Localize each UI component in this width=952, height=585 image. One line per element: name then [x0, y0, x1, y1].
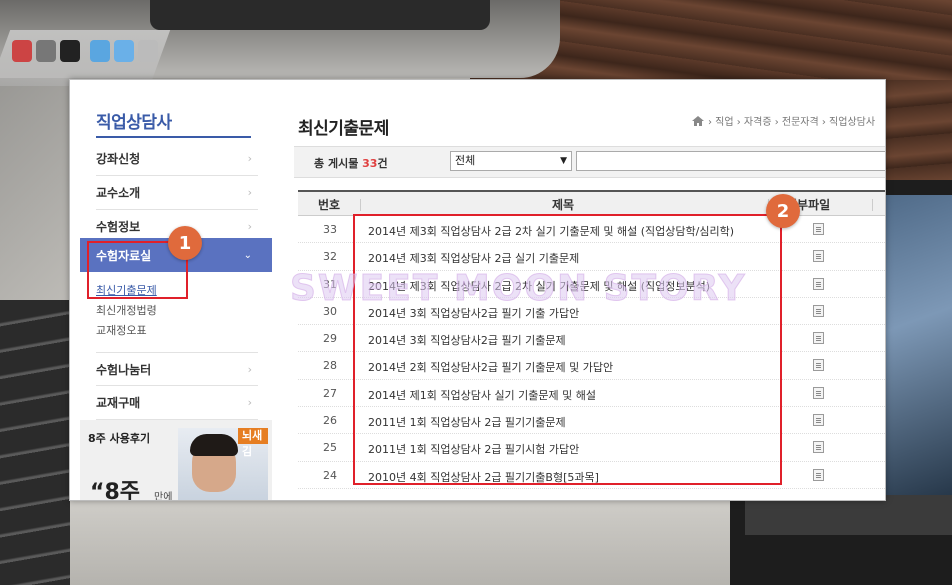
breadcrumb: › 직업 › 자격증 › 전문자격 › 직업상담사	[692, 113, 875, 128]
row-number: 33	[323, 223, 337, 236]
sidebar-item-label: 수험정보	[96, 220, 141, 234]
total-posts-suffix: 건	[377, 157, 388, 170]
attachment-file-icon[interactable]	[813, 359, 824, 372]
row-number: 26	[323, 414, 337, 428]
chevron-down-icon: ⌄	[243, 249, 252, 261]
search-input[interactable]	[576, 151, 885, 171]
background-phone-nav	[745, 495, 952, 535]
row-number: 28	[323, 359, 337, 373]
dock-trash-icon	[138, 40, 158, 62]
row-number: 29	[323, 332, 337, 346]
annotation-marker-1: 1	[168, 226, 202, 260]
column-divider	[872, 199, 873, 211]
dock-app-icon	[36, 40, 56, 62]
review-quote: “8주	[90, 480, 141, 501]
chevron-right-icon: ›	[247, 186, 252, 199]
column-header-number: 번호	[318, 198, 341, 212]
sidebar-item-label: 수험나눔터	[96, 362, 152, 377]
submenu-errata[interactable]: 교재정오표	[96, 322, 147, 338]
submenu-latest-laws[interactable]: 최신개정법령	[96, 302, 157, 318]
reviewer-photo: 뇌새김	[178, 428, 268, 500]
attachment-file-icon[interactable]	[813, 414, 824, 427]
background-laptop-screen	[150, 0, 490, 30]
annotation-marker-2: 2	[766, 194, 800, 228]
attachment-file-icon[interactable]	[813, 468, 824, 481]
sidebar-item-label: 강좌신청	[96, 152, 141, 166]
sidebar-item-community[interactable]: 수험나눔터 ›	[96, 352, 258, 386]
attachment-file-icon[interactable]	[813, 250, 824, 263]
sidebar-item-professors[interactable]: 교수소개 ›	[96, 176, 258, 210]
attachment-file-icon[interactable]	[813, 332, 824, 345]
review-title: 8주 사용후기	[88, 432, 151, 445]
row-number: 25	[323, 441, 337, 455]
page-title: 최신기출문제	[298, 119, 389, 139]
search-filter-value: 전체	[455, 154, 476, 167]
chevron-right-icon: ›	[247, 362, 252, 376]
total-posts: 총 게시물 33건	[314, 155, 388, 171]
review-banner[interactable]: 8주 사용후기 뇌새김 “8주 만에	[80, 420, 272, 501]
row-number: 27	[323, 386, 337, 400]
attachment-file-icon[interactable]	[813, 277, 824, 290]
chevron-right-icon: ›	[247, 220, 252, 233]
review-quote-tail: 만에	[154, 492, 173, 501]
sidebar-item-books[interactable]: 교재구매 ›	[96, 386, 258, 420]
row-number: 30	[323, 304, 337, 318]
breadcrumb-path[interactable]: › 직업 › 자격증 › 전문자격 › 직업상담사	[708, 117, 875, 128]
background-laptop-base	[70, 500, 730, 585]
dock-app-icon	[60, 40, 80, 62]
attachment-file-icon[interactable]	[813, 304, 824, 317]
search-bar: 총 게시물 33건 전체 ▼	[294, 146, 885, 178]
dropdown-arrow-icon: ▼	[560, 156, 567, 166]
sidebar-title-divider	[96, 136, 251, 138]
total-posts-label: 총 게시물	[314, 157, 359, 170]
chevron-right-icon: ›	[247, 396, 252, 409]
dock-folder-icon	[90, 40, 110, 62]
row-number: 31	[323, 277, 337, 291]
home-icon[interactable]	[692, 116, 704, 126]
background-keyboard	[0, 300, 70, 585]
sidebar-title: 직업상담사	[96, 113, 172, 133]
column-header-title: 제목	[552, 198, 575, 212]
search-filter-select[interactable]: 전체 ▼	[450, 151, 572, 171]
attachment-file-icon[interactable]	[813, 441, 824, 454]
sidebar-item-lecture[interactable]: 강좌신청 ›	[96, 142, 258, 176]
chevron-right-icon: ›	[247, 152, 252, 165]
attachment-file-icon[interactable]	[813, 223, 824, 235]
sidebar-item-label: 교수소개	[96, 186, 141, 200]
row-number: 32	[323, 250, 337, 264]
attachment-file-icon[interactable]	[813, 386, 824, 399]
row-number: 24	[323, 468, 337, 482]
brand-badge: 뇌새김	[238, 428, 268, 458]
column-divider	[360, 199, 361, 211]
total-posts-count: 33	[362, 157, 378, 170]
dock-folder-icon	[114, 40, 134, 62]
sidebar-item-label: 교재구매	[96, 396, 141, 410]
dock-app-icon	[12, 40, 32, 62]
reviewer-hair	[190, 434, 238, 456]
annotation-highlight-box-2	[353, 214, 782, 485]
